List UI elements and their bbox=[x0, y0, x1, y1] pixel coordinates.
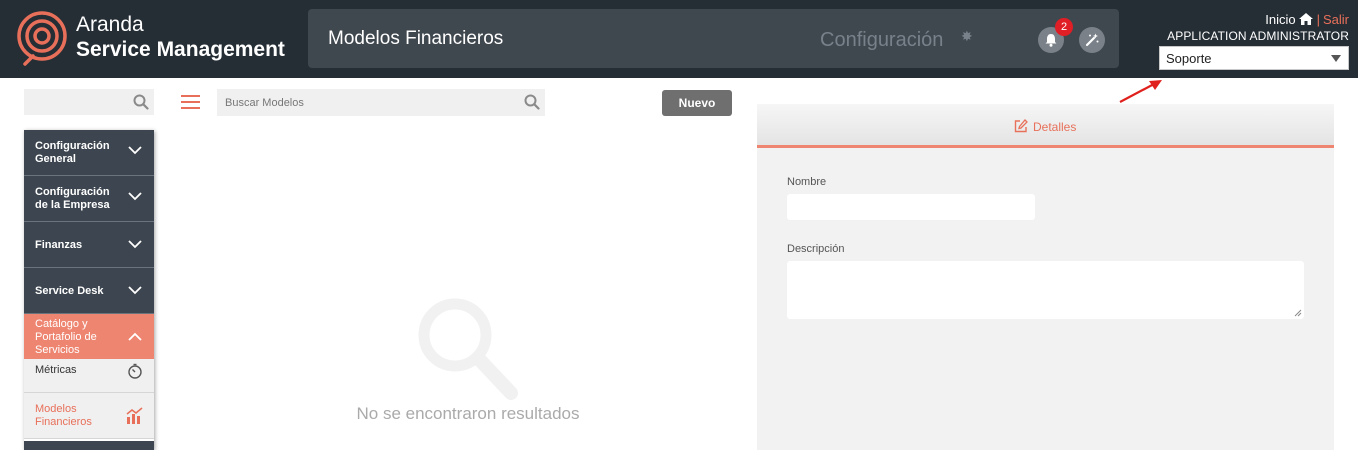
magic-wand-icon bbox=[1085, 33, 1099, 47]
bell-icon bbox=[1045, 34, 1057, 47]
home-icon[interactable] bbox=[1298, 13, 1313, 25]
brand-name: Aranda bbox=[76, 13, 144, 36]
sidebar-footer bbox=[24, 441, 154, 450]
red-arrow-icon bbox=[1119, 80, 1162, 103]
sidebar-item-finanzas[interactable]: Finanzas bbox=[24, 222, 154, 268]
notification-badge: 2 bbox=[1055, 18, 1073, 36]
chevron-down-icon bbox=[128, 286, 142, 295]
section-label[interactable]: Configuración bbox=[820, 28, 943, 52]
sidebar-item-service-desk[interactable]: Service Desk bbox=[24, 268, 154, 314]
page-title: Modelos Financieros bbox=[328, 28, 504, 49]
salir-link[interactable]: Salir bbox=[1323, 12, 1349, 27]
name-label: Nombre bbox=[787, 176, 827, 188]
stopwatch-icon bbox=[128, 363, 142, 379]
brand-product: Service Management bbox=[76, 38, 285, 61]
menu-toggle-icon[interactable] bbox=[181, 95, 201, 109]
sidebar-item-label: Catálogo y Portafolio de Servicios bbox=[35, 318, 97, 356]
description-field[interactable] bbox=[787, 261, 1304, 319]
tools-button[interactable] bbox=[1079, 27, 1105, 53]
sidebar-subitem-label: Modelos Financieros bbox=[35, 403, 92, 428]
sidebar-menu: Configuración General Configuración de l… bbox=[24, 130, 154, 450]
new-model-button[interactable]: Nuevo bbox=[662, 90, 732, 116]
chevron-down-icon bbox=[128, 240, 142, 249]
detail-panel: Detalles Nombre Descripción bbox=[757, 104, 1334, 450]
description-label: Descripción bbox=[787, 243, 845, 255]
chevron-up-icon bbox=[128, 332, 142, 341]
name-field[interactable] bbox=[787, 194, 1035, 220]
chevron-down-icon bbox=[128, 192, 142, 201]
empty-search-icon bbox=[418, 298, 518, 400]
top-links: Inicio | Salir bbox=[1265, 12, 1349, 28]
tab-detalles[interactable]: Detalles bbox=[757, 104, 1334, 148]
user-name: APPLICATION ADMINISTRATOR bbox=[1167, 29, 1349, 43]
sidebar-item-configuracion-general[interactable]: Configuración General bbox=[24, 130, 154, 176]
chevron-down-icon bbox=[1331, 55, 1341, 62]
model-search-input[interactable] bbox=[217, 89, 517, 116]
model-search bbox=[217, 89, 545, 116]
edit-icon bbox=[1014, 119, 1028, 133]
tab-label: Detalles bbox=[1033, 120, 1077, 134]
gear-icon: ✸ bbox=[961, 28, 973, 44]
role-select-value: Soporte bbox=[1166, 51, 1212, 66]
chart-icon bbox=[126, 407, 143, 424]
inicio-link[interactable]: Inicio bbox=[1265, 12, 1295, 27]
role-select[interactable]: Soporte bbox=[1159, 46, 1349, 70]
sidebar-subitem-modelos-financieros[interactable]: Modelos Financieros bbox=[24, 393, 154, 439]
resize-grip-icon[interactable] bbox=[1294, 309, 1302, 317]
sidebar-item-catalogo[interactable]: Catálogo y Portafolio de Servicios bbox=[24, 314, 154, 359]
chevron-down-icon bbox=[128, 146, 142, 155]
sidebar-item-label: Configuración de la Empresa bbox=[35, 186, 110, 211]
link-separator: | bbox=[1316, 12, 1320, 27]
aranda-logo-icon bbox=[17, 11, 67, 66]
sidebar-item-label: Configuración General bbox=[35, 140, 110, 165]
sidebar-item-label: Service Desk bbox=[35, 285, 104, 297]
title-bar: Modelos Financieros Configuración ✸ 2 bbox=[308, 9, 1119, 68]
top-header: Aranda Service Management Modelos Financ… bbox=[0, 0, 1358, 78]
sidebar-subitem-metricas[interactable]: Métricas bbox=[24, 359, 154, 393]
sidebar-item-label: Finanzas bbox=[35, 239, 83, 251]
menu-search[interactable] bbox=[24, 89, 154, 115]
search-icon[interactable] bbox=[133, 94, 149, 110]
search-icon[interactable] bbox=[524, 94, 540, 110]
sidebar-subitem-label: Métricas bbox=[35, 364, 77, 376]
sidebar-item-configuracion-empresa[interactable]: Configuración de la Empresa bbox=[24, 176, 154, 222]
empty-state-message: No se encontraron resultados bbox=[356, 404, 580, 423]
